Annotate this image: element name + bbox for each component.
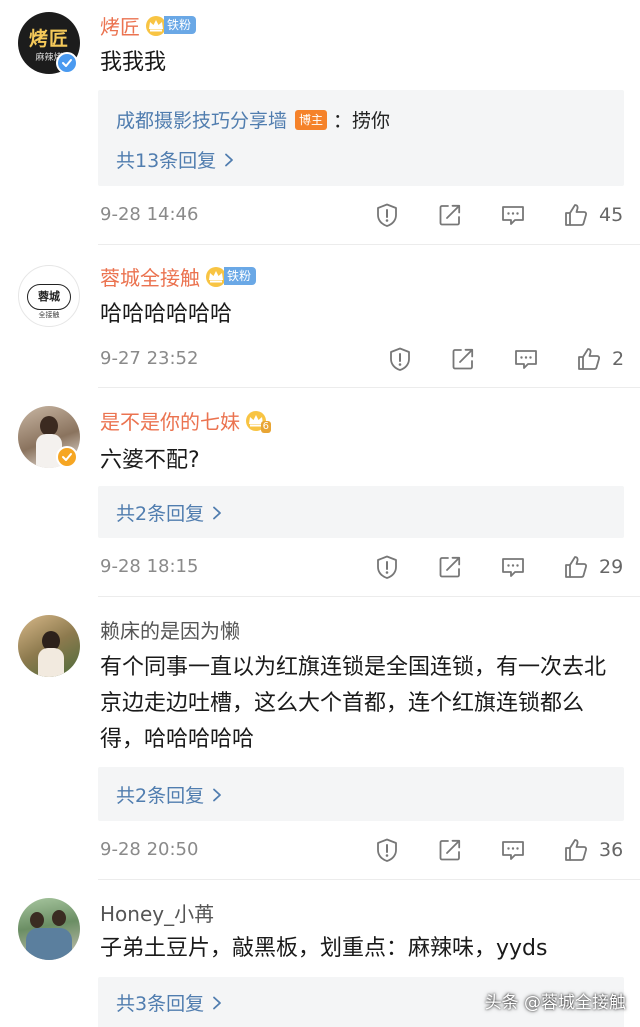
- reply-author[interactable]: 成都摄影技巧分享墙: [116, 106, 287, 133]
- fan-badge: 铁粉: [144, 14, 197, 36]
- like-count: 36: [599, 839, 624, 861]
- reply-preview-box[interactable]: 共2条回复: [98, 767, 624, 821]
- comment-text: 有个同事一直以为红旗连锁是全国连锁，有一次去北京边走边吐槽，这么大个首都，连个红…: [100, 655, 607, 752]
- more-replies-link[interactable]: 共2条回复: [116, 781, 222, 808]
- comment-item: 赖床的是因为懒 有个同事一直以为红旗连锁是全国连锁，有一次去北京边走边吐槽，这么…: [0, 597, 640, 879]
- like-icon[interactable]: [563, 554, 589, 580]
- comment-icon[interactable]: [513, 346, 539, 372]
- watermark: 头条 @蓉城全接触: [484, 993, 626, 1013]
- timestamp: 9-28 18:15: [100, 556, 199, 577]
- comment-item: 烤匠 麻辣烤 烤匠 铁粉 我我我 成都摄影技巧分享墙 博主 ：捞你 共13条回复…: [0, 0, 640, 244]
- avatar-label: 烤匠: [28, 28, 69, 50]
- comment-text: 哈哈哈哈哈哈: [100, 302, 233, 327]
- comment-item: 是不是你的七妹 6 六婆不配? 共2条回复 9-28 18:15 29: [0, 388, 640, 596]
- report-icon[interactable]: [374, 837, 400, 863]
- reply-preview-box[interactable]: 成都摄影技巧分享墙 博主 ：捞你 共13条回复: [98, 90, 624, 186]
- more-replies-label: 共2条回复: [116, 785, 205, 807]
- username[interactable]: Honey_小苒: [100, 898, 214, 927]
- comment-icon[interactable]: [500, 202, 526, 228]
- fan-badge: 铁粉: [204, 265, 257, 287]
- report-icon[interactable]: [387, 346, 413, 372]
- timestamp: 9-27 23:52: [100, 348, 199, 369]
- comment-text: 子弟土豆片，敲黑板，划重点：麻辣味，yyds: [100, 936, 548, 961]
- comment-text: 我我我: [100, 50, 167, 75]
- chevron-right-icon: [212, 506, 222, 520]
- action-bar: 45: [374, 200, 623, 230]
- action-bar: 36: [374, 835, 623, 865]
- verified-icon: [56, 52, 78, 74]
- like-icon[interactable]: [563, 837, 589, 863]
- comment-item: 蓉城 全接触 蓉城全接触 铁粉 哈哈哈哈哈哈 9-27 23:52 2: [0, 245, 640, 387]
- timestamp: 9-28 20:50: [100, 839, 199, 860]
- chevron-right-icon: [212, 996, 222, 1010]
- fan-badge: 6: [244, 409, 271, 433]
- more-replies-link[interactable]: 共13条回复: [116, 146, 234, 173]
- username[interactable]: 是不是你的七妹: [100, 406, 240, 435]
- action-bar: 2: [387, 344, 624, 374]
- more-replies-label: 共3条回复: [116, 993, 205, 1015]
- action-bar: 29: [374, 552, 623, 582]
- username[interactable]: 烤匠: [100, 11, 140, 40]
- more-replies-label: 共2条回复: [116, 503, 205, 525]
- avatar[interactable]: 蓉城 全接触: [18, 265, 80, 327]
- chevron-right-icon: [224, 153, 234, 167]
- more-replies-link[interactable]: 共3条回复: [116, 989, 222, 1016]
- comment-text: 六婆不配?: [100, 448, 200, 473]
- comment-icon[interactable]: [500, 837, 526, 863]
- more-replies-link[interactable]: 共2条回复: [116, 499, 222, 526]
- like-icon[interactable]: [563, 202, 589, 228]
- like-count: 29: [599, 556, 624, 578]
- chevron-right-icon: [212, 788, 222, 802]
- report-icon[interactable]: [374, 202, 400, 228]
- repost-icon[interactable]: [450, 346, 476, 372]
- fan-level: 6: [260, 421, 271, 433]
- reply-text: ：捞你: [333, 110, 391, 132]
- username[interactable]: 蓉城全接触: [100, 262, 200, 291]
- like-count: 45: [599, 204, 624, 226]
- timestamp: 9-28 14:46: [100, 204, 199, 225]
- avatar-sublabel: 全接触: [38, 311, 60, 319]
- more-replies-label: 共13条回复: [116, 150, 217, 172]
- avatar-label: 蓉城: [27, 284, 71, 310]
- verified-icon: [56, 446, 78, 468]
- repost-icon[interactable]: [437, 837, 463, 863]
- reply-preview: 成都摄影技巧分享墙 博主 ：捞你: [116, 106, 390, 133]
- like-icon[interactable]: [576, 346, 602, 372]
- like-count: 2: [612, 348, 625, 370]
- reply-preview-box[interactable]: 共2条回复: [98, 486, 624, 538]
- repost-icon[interactable]: [437, 554, 463, 580]
- repost-icon[interactable]: [437, 202, 463, 228]
- avatar[interactable]: [18, 898, 80, 960]
- avatar[interactable]: [18, 615, 80, 677]
- host-tag: 博主: [295, 109, 328, 130]
- username[interactable]: 赖床的是因为懒: [100, 615, 240, 644]
- report-icon[interactable]: [374, 554, 400, 580]
- comment-icon[interactable]: [500, 554, 526, 580]
